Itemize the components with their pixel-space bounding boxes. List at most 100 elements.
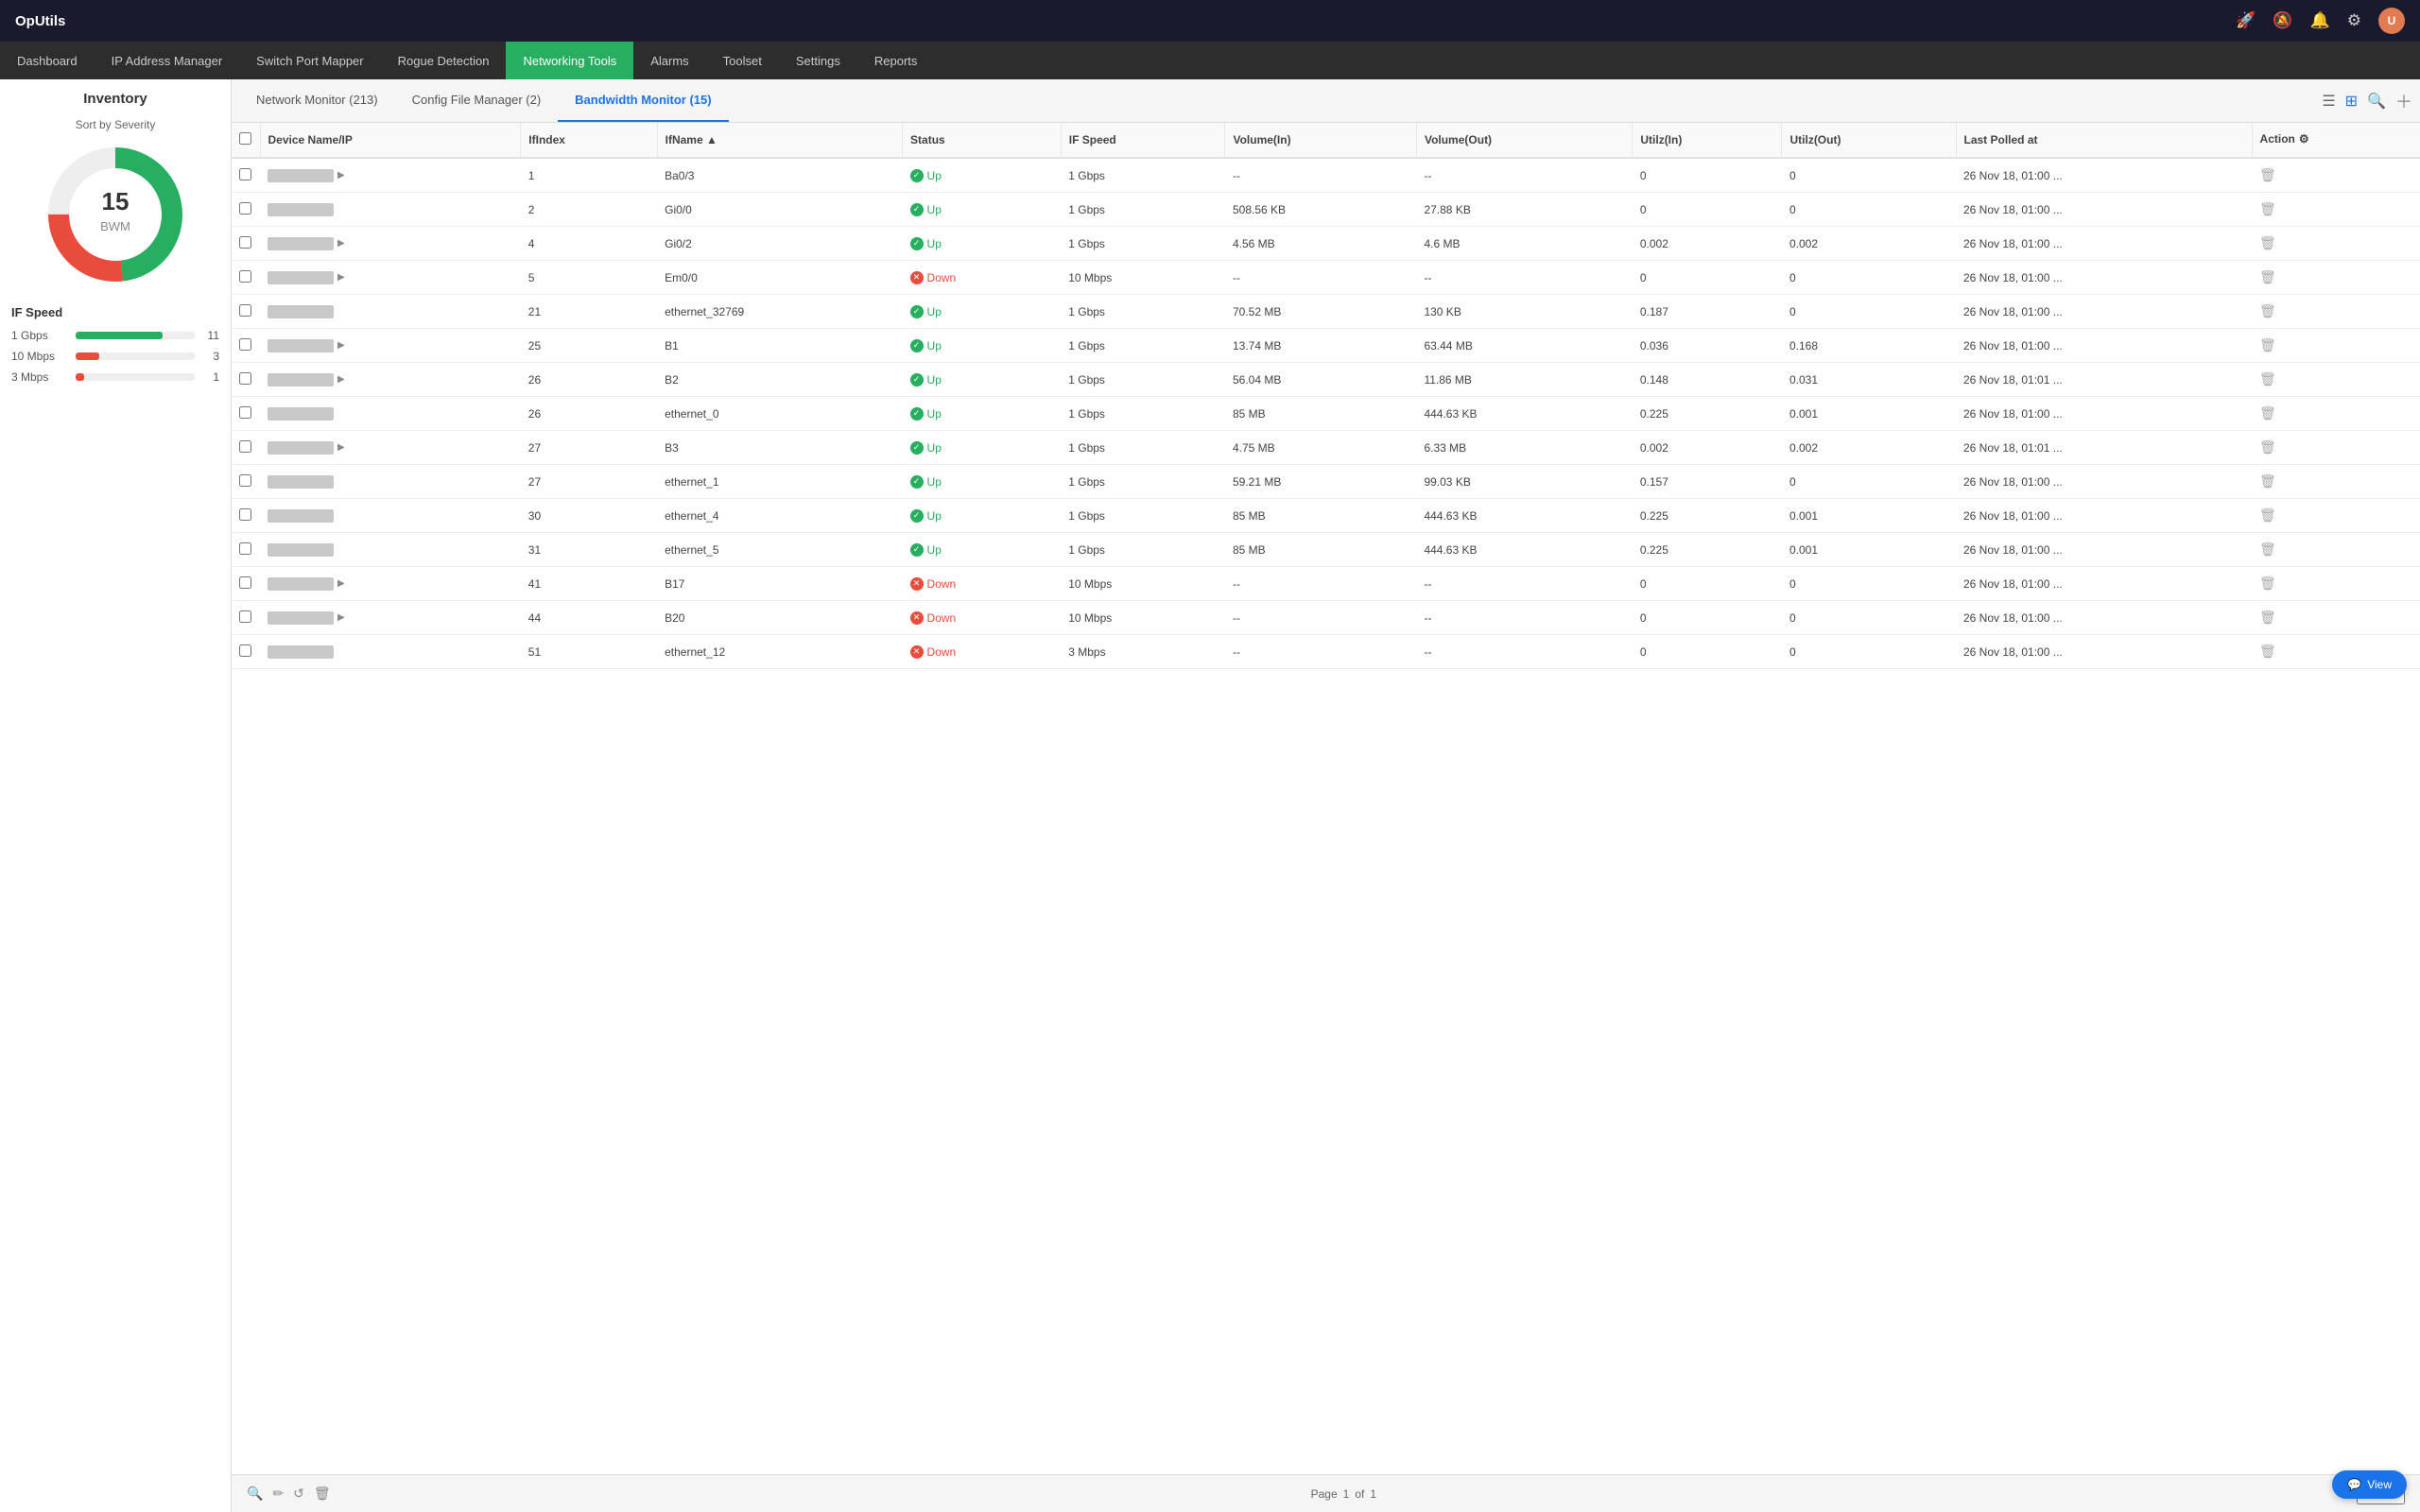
last-polled-cell: 26 Nov 18, 01:01 ... xyxy=(1956,431,2252,465)
vol-in-cell: -- xyxy=(1225,601,1416,635)
status-cell: ✓ Up xyxy=(903,295,1062,329)
gear-icon[interactable]: ⚙ xyxy=(2347,11,2361,30)
nav-ip-address-manager[interactable]: IP Address Manager xyxy=(95,42,240,79)
nav-alarms[interactable]: Alarms xyxy=(633,42,705,79)
row-checkbox-cell xyxy=(232,431,260,465)
row-checkbox[interactable] xyxy=(239,236,251,249)
tab-bandwidth-monitor[interactable]: Bandwidth Monitor (15) xyxy=(558,79,728,122)
nav-switch-port-mapper[interactable]: Switch Port Mapper xyxy=(239,42,380,79)
nav-settings[interactable]: Settings xyxy=(779,42,857,79)
delete-row-icon[interactable]: 🗑 xyxy=(2259,167,2276,182)
delete-row-icon[interactable]: 🗑 xyxy=(2259,235,2276,250)
grid-view-icon[interactable]: ⊞ xyxy=(2345,92,2358,111)
search-footer-icon[interactable]: 🔍 xyxy=(247,1486,263,1502)
util-in-cell: 0 xyxy=(1633,567,1782,601)
delete-row-icon[interactable]: 🗑 xyxy=(2259,610,2276,625)
page-label: Page xyxy=(1311,1487,1338,1501)
util-out-cell: 0.002 xyxy=(1782,227,1956,261)
device-bar xyxy=(268,543,334,557)
delete-row-icon[interactable]: 🗑 xyxy=(2259,473,2276,489)
table-row: 26 ethernet_0 ✓ Up 1 Gbps 85 MB 444.63 K… xyxy=(232,397,2420,431)
refresh-footer-icon[interactable]: ↺ xyxy=(293,1486,304,1502)
chat-button[interactable]: 💬 View xyxy=(2332,1470,2407,1499)
edit-footer-icon[interactable]: ✏ xyxy=(272,1486,284,1502)
device-bar xyxy=(268,509,334,523)
row-checkbox[interactable] xyxy=(239,644,251,657)
delete-row-icon[interactable]: 🗑 xyxy=(2259,303,2276,318)
row-checkbox[interactable] xyxy=(239,168,251,180)
action-cell: 🗑 xyxy=(2252,499,2420,533)
row-checkbox[interactable] xyxy=(239,304,251,317)
util-out-cell: 0 xyxy=(1782,158,1956,193)
delete-row-icon[interactable]: 🗑 xyxy=(2259,405,2276,421)
col-ifspeed: IF Speed xyxy=(1061,123,1225,158)
ifname-cell: B2 xyxy=(657,363,902,397)
delete-row-icon[interactable]: 🗑 xyxy=(2259,269,2276,284)
ifindex-cell: 5 xyxy=(521,261,657,295)
if-speed-3mbps-label: 3 Mbps xyxy=(11,370,68,384)
vol-out-cell: 130 KB xyxy=(1416,295,1632,329)
delete-row-icon[interactable]: 🗑 xyxy=(2259,576,2276,591)
row-checkbox[interactable] xyxy=(239,542,251,555)
util-out-cell: 0.001 xyxy=(1782,499,1956,533)
chevron-icon: ▶ xyxy=(337,612,345,623)
vol-out-cell: -- xyxy=(1416,261,1632,295)
chevron-icon: ▶ xyxy=(337,272,345,283)
col-ifname[interactable]: IfName ▲ xyxy=(657,123,902,158)
tab-config-file-manager[interactable]: Config File Manager (2) xyxy=(395,79,559,122)
vol-out-cell: -- xyxy=(1416,635,1632,669)
row-checkbox[interactable] xyxy=(239,372,251,385)
ifindex-cell: 2 xyxy=(521,193,657,227)
list-view-icon[interactable]: ☰ xyxy=(2322,92,2335,111)
delete-row-icon[interactable]: 🗑 xyxy=(2259,201,2276,216)
row-checkbox[interactable] xyxy=(239,202,251,215)
nav-networking-tools[interactable]: Networking Tools xyxy=(506,42,633,79)
last-polled-cell: 26 Nov 18, 01:00 ... xyxy=(1956,261,2252,295)
delete-row-icon[interactable]: 🗑 xyxy=(2259,337,2276,352)
tab-network-monitor[interactable]: Network Monitor (213) xyxy=(239,79,395,122)
row-checkbox[interactable] xyxy=(239,474,251,487)
if-speed-section: IF Speed 1 Gbps 11 10 Mbps 3 3 Mbps xyxy=(11,305,219,384)
delete-row-icon[interactable]: 🗑 xyxy=(2259,644,2276,659)
row-checkbox[interactable] xyxy=(239,440,251,453)
row-checkbox[interactable] xyxy=(239,338,251,351)
ifname-cell: B17 xyxy=(657,567,902,601)
avatar[interactable]: U xyxy=(2378,8,2405,34)
nav-rogue-detection[interactable]: Rogue Detection xyxy=(381,42,507,79)
ifname-cell: ethernet_5 xyxy=(657,533,902,567)
status-cell: ✓ Up xyxy=(903,158,1062,193)
last-polled-cell: 26 Nov 18, 01:01 ... xyxy=(1956,363,2252,397)
row-checkbox[interactable] xyxy=(239,508,251,521)
row-checkbox[interactable] xyxy=(239,610,251,623)
select-all-checkbox[interactable] xyxy=(239,132,251,145)
row-checkbox-cell xyxy=(232,295,260,329)
last-polled-cell: 26 Nov 18, 01:00 ... xyxy=(1956,397,2252,431)
ifspeed-cell: 3 Mbps xyxy=(1061,635,1225,669)
row-checkbox[interactable] xyxy=(239,406,251,419)
add-icon[interactable]: ＋ xyxy=(2395,89,2412,113)
row-checkbox[interactable] xyxy=(239,576,251,589)
delete-footer-icon[interactable]: 🗑 xyxy=(314,1486,331,1502)
rocket-icon[interactable]: 🚀 xyxy=(2236,11,2256,30)
status-cell: ✕ Down xyxy=(903,601,1062,635)
vol-out-cell: 27.88 KB xyxy=(1416,193,1632,227)
delete-row-icon[interactable]: 🗑 xyxy=(2259,371,2276,387)
nav-toolset[interactable]: Toolset xyxy=(706,42,779,79)
ifspeed-cell: 10 Mbps xyxy=(1061,261,1225,295)
row-checkbox[interactable] xyxy=(239,270,251,283)
search-icon[interactable]: 🔍 xyxy=(2367,92,2386,111)
nav-dashboard[interactable]: Dashboard xyxy=(0,42,95,79)
device-bar xyxy=(268,441,334,455)
bell-icon[interactable]: 🔔 xyxy=(2310,11,2330,30)
delete-row-icon[interactable]: 🗑 xyxy=(2259,541,2276,557)
device-bar xyxy=(268,203,334,216)
slash-icon[interactable]: 🔕 xyxy=(2273,11,2292,30)
col-settings-icon[interactable]: ⚙ xyxy=(2299,132,2309,146)
last-polled-cell: 26 Nov 18, 01:00 ... xyxy=(1956,567,2252,601)
nav-reports[interactable]: Reports xyxy=(857,42,935,79)
table-row: ▶ 41 B17 ✕ Down 10 Mbps -- -- 0 0 26 Nov… xyxy=(232,567,2420,601)
if-speed-title: IF Speed xyxy=(11,305,219,319)
delete-row-icon[interactable]: 🗑 xyxy=(2259,439,2276,455)
delete-row-icon[interactable]: 🗑 xyxy=(2259,507,2276,523)
last-polled-cell: 26 Nov 18, 01:00 ... xyxy=(1956,601,2252,635)
